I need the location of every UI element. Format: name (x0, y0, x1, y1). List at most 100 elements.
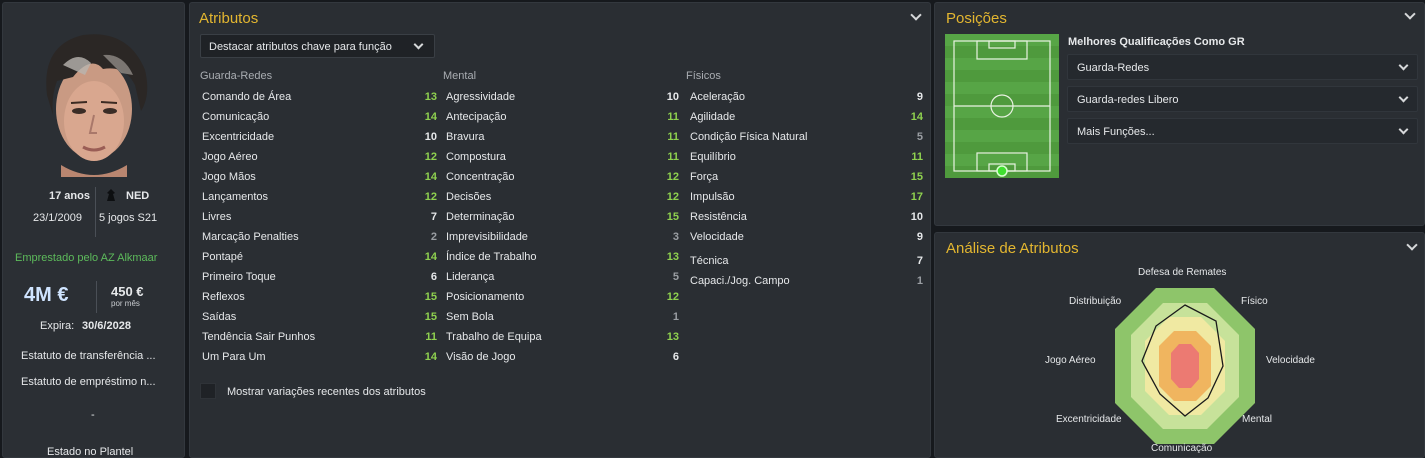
radar-axis-label: Físico (1241, 296, 1268, 307)
attribute-row[interactable]: Aceleração 9 (690, 88, 923, 108)
attribute-value: 15 (424, 291, 437, 303)
attribute-row[interactable]: Condição Física Natural 5 (690, 128, 923, 148)
transfer-status[interactable]: Estatuto de transferência ... (21, 350, 156, 362)
attribute-name: Capaci./Jog. Campo (690, 275, 790, 287)
attribute-row[interactable]: Posicionamento 12 (446, 288, 679, 308)
attribute-value: 5 (672, 271, 679, 283)
attribute-value: 14 (424, 171, 437, 183)
role-dropdown-goalkeeper[interactable]: Guarda-Redes (1067, 54, 1418, 80)
divider (96, 281, 97, 313)
attribute-row[interactable]: Reflexos 15 (202, 288, 437, 308)
attribute-row[interactable]: Impulsão 17 (690, 188, 923, 208)
attribute-row[interactable]: Equilíbrio 11 (690, 148, 923, 168)
attribute-value: 14 (424, 351, 437, 363)
attribute-value: 13 (666, 331, 679, 343)
attribute-row[interactable]: Comando de Área 13 (202, 88, 437, 108)
attribute-row[interactable]: Concentração 12 (446, 168, 679, 188)
attribute-row[interactable]: Decisões 12 (446, 188, 679, 208)
attribute-row[interactable]: Excentricidade 10 (202, 128, 437, 148)
attribute-row[interactable]: Bravura 11 (446, 128, 679, 148)
attribute-name: Resistência (690, 211, 747, 223)
attribute-value: 1 (916, 275, 923, 287)
attribute-row[interactable]: Primeiro Toque 6 (202, 268, 437, 288)
player-portrait (46, 34, 148, 177)
attribute-value: 15 (666, 211, 679, 223)
radar-axis-label: Defesa de Remates (1138, 267, 1227, 278)
goalkeeper-position-marker (996, 165, 1008, 177)
attribute-row[interactable]: Agressividade 10 (446, 88, 679, 108)
attribute-row[interactable]: Comunicação 14 (202, 108, 437, 128)
attribute-value: 1 (672, 311, 679, 323)
highlight-attributes-dropdown[interactable]: Destacar atributos chave para função (200, 34, 435, 58)
nationality[interactable]: NED (126, 190, 149, 202)
attribute-row[interactable]: Jogo Aéreo 12 (202, 148, 437, 168)
attribute-name: Um Para Um (202, 351, 266, 363)
attribute-value: 12 (424, 151, 437, 163)
attribute-row[interactable]: Agilidade 14 (690, 108, 923, 128)
attribute-row[interactable]: Um Para Um 14 (202, 348, 437, 368)
attribute-row[interactable]: Índice de Trabalho 13 (446, 248, 679, 268)
attribute-row[interactable]: Imprevisibilidade 3 (446, 228, 679, 248)
attribute-name: Índice de Trabalho (446, 251, 537, 263)
position-pitch-map[interactable] (945, 34, 1059, 178)
radar-axis-label: Mental (1242, 414, 1273, 425)
attribute-name: Velocidade (690, 231, 744, 243)
attribute-name: Pontapé (202, 251, 243, 263)
attribute-row[interactable]: Tendência Sair Punhos 11 (202, 328, 437, 348)
role-dropdown-more-roles[interactable]: Mais Funções... (1067, 118, 1418, 144)
collapse-chevron-icon[interactable] (1406, 239, 1418, 251)
attribute-name: Compostura (446, 151, 506, 163)
attribute-name: Antecipação (446, 111, 507, 123)
attribute-name: Impulsão (690, 191, 735, 203)
loan-status[interactable]: Estatuto de empréstimo n... (21, 376, 156, 388)
role-dropdown-sweeper-keeper[interactable]: Guarda-redes Libero (1067, 86, 1418, 112)
attribute-value: 12 (666, 291, 679, 303)
attribute-row[interactable]: Compostura 11 (446, 148, 679, 168)
best-roles-heading: Melhores Qualificações Como GR (1068, 36, 1245, 48)
collapse-chevron-icon[interactable] (1404, 8, 1416, 20)
attribute-row[interactable]: Visão de Jogo 6 (446, 348, 679, 368)
attribute-value: 6 (430, 271, 437, 283)
attribute-name: Equilíbrio (690, 151, 736, 163)
attribute-value: 11 (667, 151, 679, 163)
attribute-name: Livres (202, 211, 232, 223)
attribute-name: Determinação (446, 211, 515, 223)
attribute-row[interactable]: Saídas 15 (202, 308, 437, 328)
attribute-row[interactable]: Capaci./Jog. Campo 1 (690, 272, 923, 292)
international-caps[interactable]: 5 jogos S21 (99, 212, 157, 224)
role-label: Mais Funções... (1077, 126, 1155, 138)
attributes-title: Atributos (199, 10, 259, 27)
attribute-name: Técnica (690, 255, 729, 267)
show-changes-label[interactable]: Mostrar variações recentes dos atributos (227, 386, 426, 398)
wage-amount: 450 € (111, 284, 144, 299)
attribute-row[interactable]: Livres 7 (202, 208, 437, 228)
attribute-row[interactable]: Velocidade 9 (690, 228, 923, 248)
attribute-row[interactable]: Força 15 (690, 168, 923, 188)
squad-status-label[interactable]: Estado no Plantel (47, 446, 133, 458)
attribute-row[interactable]: Liderança 5 (446, 268, 679, 288)
column-header-goalkeeping: Guarda-Redes (200, 70, 273, 82)
attribute-value: 10 (910, 211, 923, 223)
attribute-row[interactable]: Pontapé 14 (202, 248, 437, 268)
attribute-row[interactable]: Sem Bola 1 (446, 308, 679, 328)
attribute-row[interactable]: Técnica 7 (690, 252, 923, 272)
attribute-name: Imprevisibilidade (446, 231, 528, 243)
collapse-chevron-icon[interactable] (910, 9, 922, 21)
show-changes-checkbox[interactable] (200, 383, 216, 399)
attribute-name: Decisões (446, 191, 492, 203)
attribute-row[interactable]: Trabalho de Equipa 13 (446, 328, 679, 348)
attribute-row[interactable]: Marcação Penalties 2 (202, 228, 437, 248)
attribute-row[interactable]: Determinação 15 (446, 208, 679, 228)
chevron-down-icon (413, 39, 424, 50)
attributes-panel: Atributos Destacar atributos chave para … (189, 2, 931, 458)
chevron-down-icon (1398, 92, 1409, 103)
attribute-row[interactable]: Resistência 10 (690, 208, 923, 228)
attribute-value: 7 (916, 255, 923, 267)
attribute-row[interactable]: Jogo Mãos 14 (202, 168, 437, 188)
attribute-row[interactable]: Lançamentos 12 (202, 188, 437, 208)
attribute-row[interactable]: Antecipação 11 (446, 108, 679, 128)
role-label: Guarda-redes Libero (1077, 94, 1179, 106)
analysis-title: Análise de Atributos (946, 240, 1079, 257)
chevron-down-icon (1398, 60, 1409, 71)
loan-info[interactable]: Emprestado pelo AZ Alkmaar (15, 252, 157, 264)
